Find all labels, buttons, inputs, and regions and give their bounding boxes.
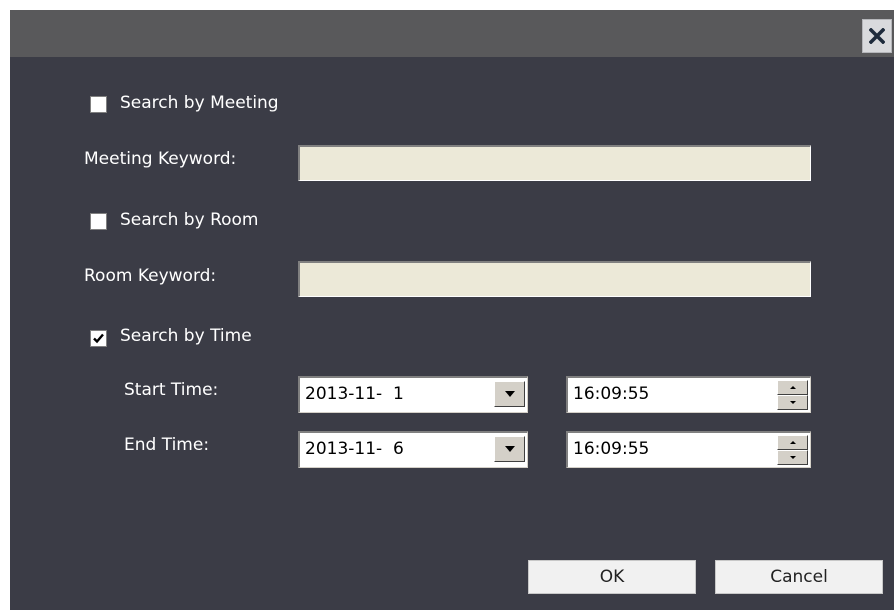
search-by-time-label: Search by Time — [120, 326, 252, 346]
end-time-spinner[interactable]: 16:09:55 — [566, 431, 811, 468]
start-time-spinner[interactable]: 16:09:55 — [566, 376, 811, 413]
start-date-picker[interactable]: 2013-11- 1 — [298, 376, 528, 413]
cancel-button[interactable]: Cancel — [715, 560, 883, 594]
end-time-label: End Time: — [124, 435, 210, 455]
end-time-value: 16:09:55 — [573, 439, 650, 459]
end-time-increment-button[interactable] — [777, 435, 808, 450]
close-icon — [869, 28, 885, 44]
close-button[interactable] — [862, 19, 892, 53]
search-by-meeting-label: Search by Meeting — [120, 93, 279, 113]
start-date-dropdown-button[interactable] — [494, 381, 525, 407]
title-bar — [10, 10, 894, 57]
start-time-value: 16:09:55 — [573, 384, 650, 404]
search-by-meeting-checkbox[interactable] — [90, 96, 107, 113]
search-by-time-checkbox[interactable] — [90, 330, 107, 347]
start-date-value: 2013-11- 1 — [305, 384, 404, 404]
room-keyword-label: Room Keyword: — [84, 266, 217, 286]
end-time-decrement-button[interactable] — [777, 450, 808, 465]
end-date-dropdown-button[interactable] — [494, 436, 525, 462]
spin-up-icon — [789, 441, 796, 444]
ok-button[interactable]: OK — [528, 560, 696, 594]
search-dialog: Search by Meeting Meeting Keyword: Searc… — [10, 10, 894, 610]
spin-down-icon — [789, 401, 796, 404]
start-time-label: Start Time: — [124, 380, 219, 400]
meeting-keyword-label: Meeting Keyword: — [84, 149, 237, 169]
start-time-increment-button[interactable] — [777, 380, 808, 395]
spin-up-icon — [789, 386, 796, 389]
search-by-room-checkbox[interactable] — [90, 213, 107, 230]
checkmark-icon — [93, 333, 104, 344]
spin-down-icon — [789, 456, 796, 459]
room-keyword-input[interactable] — [298, 261, 811, 297]
end-date-picker[interactable]: 2013-11- 6 — [298, 431, 528, 468]
dropdown-arrow-icon — [504, 446, 515, 452]
search-by-room-label: Search by Room — [120, 210, 259, 230]
end-date-value: 2013-11- 6 — [305, 439, 404, 459]
dropdown-arrow-icon — [504, 391, 515, 397]
start-time-decrement-button[interactable] — [777, 395, 808, 410]
meeting-keyword-input[interactable] — [298, 145, 811, 181]
